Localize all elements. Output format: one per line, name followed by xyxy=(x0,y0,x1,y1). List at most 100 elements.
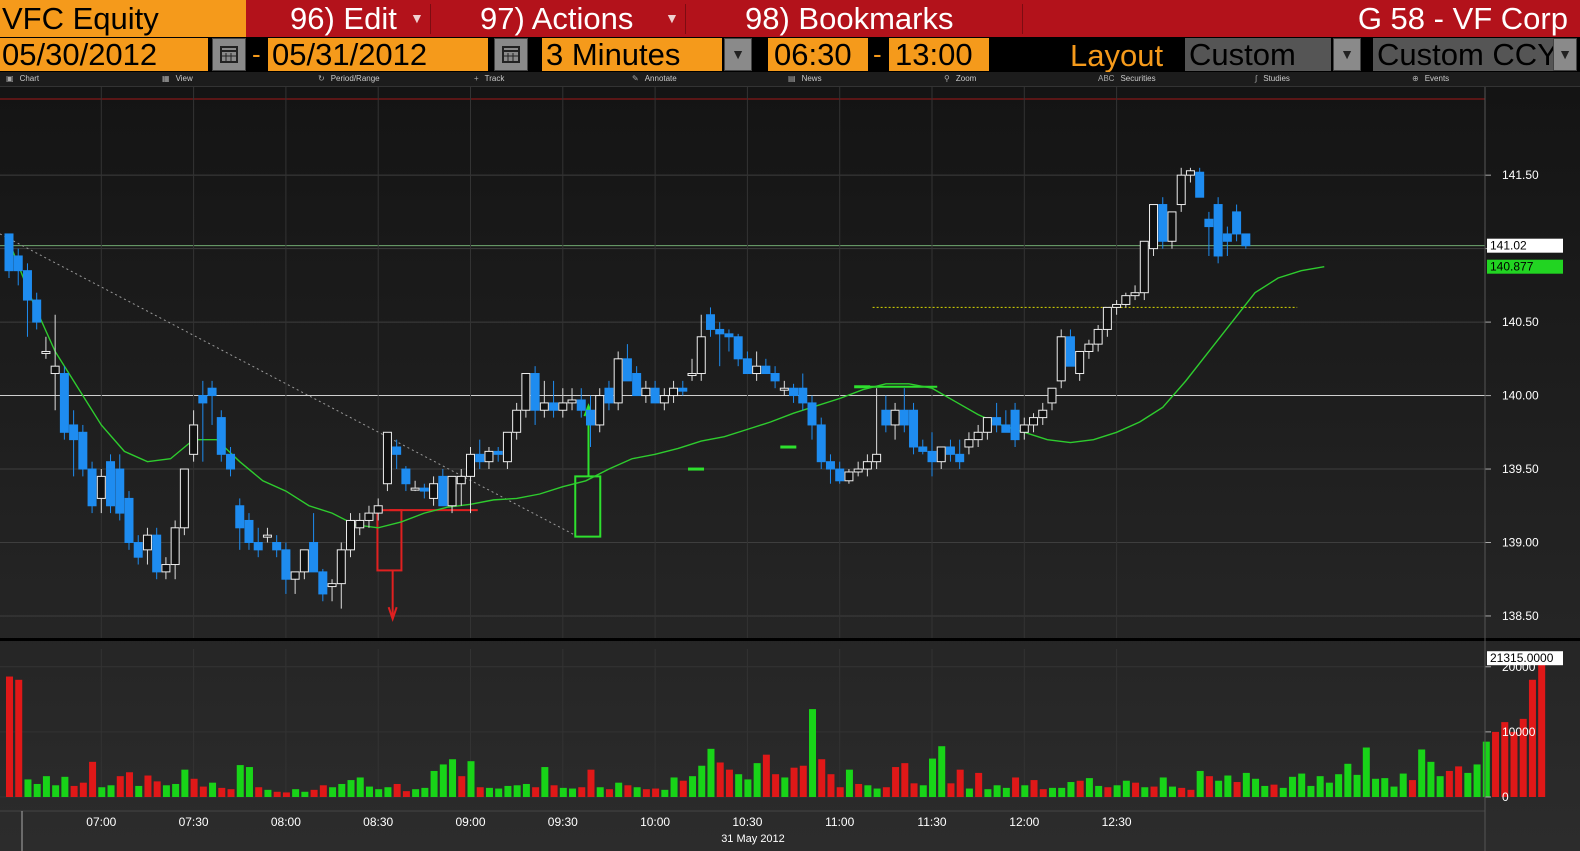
candle-body xyxy=(1158,204,1168,242)
panel-divider xyxy=(0,638,1580,641)
candle-body xyxy=(825,461,835,470)
volume-bar xyxy=(1085,778,1093,797)
candle-body xyxy=(816,424,826,463)
candle-body xyxy=(1075,350,1085,375)
candle-body xyxy=(1139,240,1149,294)
start-date-field[interactable]: 05/30/2012 xyxy=(0,38,208,72)
volume-bar xyxy=(227,789,235,797)
layout-select[interactable]: Custom xyxy=(1185,38,1331,72)
volume-bar xyxy=(135,785,143,797)
candle-body xyxy=(78,431,88,470)
candle-body xyxy=(142,534,152,551)
toolbar-events[interactable]: ⊕ Events xyxy=(1412,72,1449,86)
volume-bar xyxy=(725,769,733,797)
price-chart[interactable]: 141.50141.00140.50140.00139.50139.00138.… xyxy=(0,87,1580,851)
volume-bar xyxy=(1021,785,1029,797)
toolbar-view[interactable]: ▦ View xyxy=(162,72,193,86)
candle-body xyxy=(982,417,992,433)
currency-select[interactable]: Custom CCY xyxy=(1373,38,1553,71)
volume-bar xyxy=(596,787,604,797)
volume-bar xyxy=(892,767,900,797)
volume-bar xyxy=(1113,785,1121,797)
volume-bar xyxy=(1473,764,1481,797)
volume-bar xyxy=(818,759,826,797)
volume-bar xyxy=(781,777,789,797)
start-time-field[interactable]: 06:30 xyxy=(768,38,868,72)
candle-body xyxy=(1056,336,1066,382)
top-menu-bar: VFC Equity 96) Edit ▼ 97) Actions ▼ 98) … xyxy=(0,0,1580,37)
volume-bar xyxy=(1399,773,1407,797)
candle-body xyxy=(244,519,254,543)
chart-icon: ▣ xyxy=(6,74,14,83)
candle-body xyxy=(909,409,919,448)
volume-bar xyxy=(1288,776,1296,797)
volume-bar xyxy=(1436,776,1444,797)
toolbar-zoom[interactable]: ⚲ Zoom xyxy=(944,72,976,86)
candle-body xyxy=(456,475,466,485)
volume-bar xyxy=(33,783,41,797)
toolbar-chart[interactable]: ▣ Chart xyxy=(6,72,39,86)
candle-body xyxy=(429,483,439,499)
volume-bar xyxy=(458,776,466,797)
candle-body xyxy=(632,373,642,397)
volume-bar xyxy=(947,783,955,797)
candle-body xyxy=(253,541,263,551)
security-field[interactable]: VFC Equity xyxy=(0,0,246,37)
toolbar-studies[interactable]: ∫ Studies xyxy=(1255,72,1290,86)
toolbar-securities[interactable]: ABC Securities xyxy=(1098,72,1156,86)
actions-dropdown-icon[interactable]: ▼ xyxy=(665,0,679,37)
volume-bar xyxy=(661,789,669,797)
end-date-field[interactable]: 05/31/2012 xyxy=(268,38,488,72)
date-label: 31 May 2012 xyxy=(721,833,785,845)
volume-bar xyxy=(938,746,946,797)
candle-body xyxy=(355,519,365,529)
volume-bar xyxy=(642,789,650,797)
currency-dropdown-icon[interactable]: ▼ xyxy=(1553,38,1577,71)
actions-menu[interactable]: 97) Actions xyxy=(480,0,633,37)
toolbar-news[interactable]: ▤ News xyxy=(788,72,822,86)
edit-dropdown-icon[interactable]: ▼ xyxy=(410,0,424,37)
candle-body xyxy=(1185,170,1195,176)
candle-body xyxy=(124,497,134,543)
time-tick-label: 08:30 xyxy=(363,815,393,829)
green-marker xyxy=(780,445,797,449)
volume-bar xyxy=(1270,784,1278,797)
volume-bar xyxy=(24,779,32,797)
time-range-dash: - xyxy=(873,39,882,69)
candle-body xyxy=(1222,233,1232,242)
volume-bar xyxy=(430,770,438,797)
interval-select[interactable]: 3 Minutes xyxy=(542,38,722,72)
price-tick-label: 139.00 xyxy=(1502,535,1539,549)
end-time-field[interactable]: 13:00 xyxy=(889,38,989,72)
end-calendar-icon[interactable] xyxy=(494,38,528,71)
volume-bar xyxy=(873,788,881,797)
interval-dropdown-icon[interactable]: ▼ xyxy=(724,38,752,71)
volume-bar xyxy=(790,767,798,797)
volume-bar xyxy=(1012,777,1020,797)
volume-bar xyxy=(338,783,346,797)
price-tick-label: 139.50 xyxy=(1502,462,1539,476)
toolbar-annotate[interactable]: ✎ Annotate xyxy=(632,72,677,86)
toolbar-track[interactable]: + Track xyxy=(474,72,504,86)
volume-bar xyxy=(652,788,660,797)
volume-bar xyxy=(1344,763,1352,797)
candle-body xyxy=(1065,336,1075,367)
toolbar-period-range[interactable]: ↻ Period/Range xyxy=(318,72,380,86)
volume-bar xyxy=(125,772,133,797)
price-tick-label: 140.00 xyxy=(1502,389,1539,403)
candle-body xyxy=(1176,174,1186,206)
volume-bar xyxy=(901,763,909,797)
candle-body xyxy=(1195,171,1205,198)
volume-bar xyxy=(753,763,761,797)
candle-body xyxy=(1149,204,1159,250)
candle-body xyxy=(336,549,346,585)
volume-bar xyxy=(1492,731,1500,797)
volume-bar xyxy=(707,748,715,797)
date-range-dash: - xyxy=(252,39,261,69)
bookmarks-menu[interactable]: 98) Bookmarks xyxy=(745,0,953,37)
volume-bar xyxy=(569,788,577,797)
edit-menu[interactable]: 96) Edit xyxy=(290,0,397,37)
chart-controls-row: 05/30/2012 - 05/31/2012 3 Minutes ▼ 06:3… xyxy=(0,37,1580,73)
start-calendar-icon[interactable] xyxy=(212,38,246,71)
layout-dropdown-icon[interactable]: ▼ xyxy=(1333,38,1361,71)
